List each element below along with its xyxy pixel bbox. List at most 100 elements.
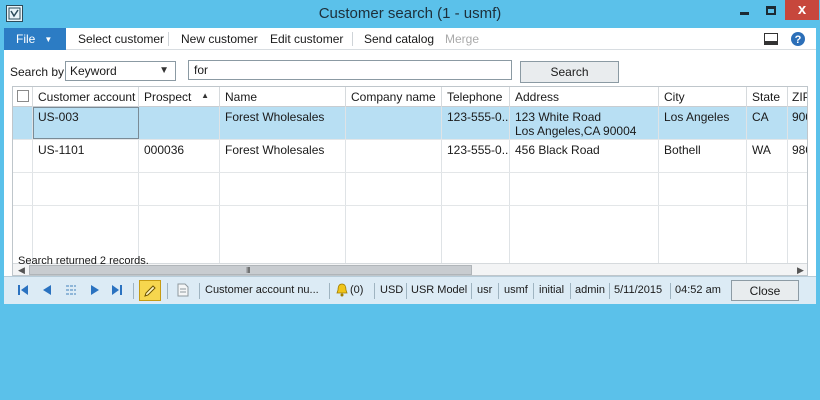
cell-company-name[interactable] <box>346 107 442 139</box>
select-all-checkbox[interactable] <box>17 90 29 102</box>
alerts-count[interactable]: (0) <box>350 284 363 296</box>
empty-cell <box>33 173 139 205</box>
table-row[interactable]: US-1101 000036 Forest Wholesales 123-555… <box>13 140 807 173</box>
empty-cell <box>346 173 442 205</box>
address-line-1: 123 White Road <box>515 110 602 124</box>
cell-zip[interactable]: 900 <box>788 107 807 139</box>
search-input[interactable] <box>188 60 512 80</box>
cell-address[interactable]: 123 White Road Los Angeles,CA 90004 <box>510 107 659 139</box>
cell-telephone[interactable]: 123-555-0... <box>442 140 510 172</box>
status-divider <box>133 283 134 299</box>
document-icon[interactable] <box>176 283 190 297</box>
send-catalog-button[interactable]: Send catalog <box>364 32 434 46</box>
status-divider <box>199 283 200 299</box>
address-line-2: Los Angeles,CA 90004 <box>515 124 637 138</box>
empty-cell <box>220 206 346 263</box>
cell-name[interactable]: Forest Wholesales <box>220 140 346 172</box>
select-all-cell <box>13 87 33 107</box>
empty-cell <box>13 173 33 205</box>
empty-cell <box>442 206 510 263</box>
cell-state[interactable]: CA <box>747 107 788 139</box>
close-glyph: x <box>797 1 807 18</box>
cell-zip[interactable]: 980 <box>788 140 807 172</box>
help-icon[interactable]: ? <box>790 31 806 47</box>
file-menu-button[interactable]: File ▼ <box>4 28 66 50</box>
column-header-prospect[interactable]: Prospect ▲ <box>139 87 220 107</box>
status-divider <box>670 283 671 299</box>
empty-cell <box>346 206 442 263</box>
edit-pencil-icon[interactable] <box>139 280 161 301</box>
grid-view-icon[interactable] <box>64 283 78 297</box>
search-result-message: Search returned 2 records. <box>18 255 149 267</box>
search-by-label: Search by: <box>10 65 68 79</box>
table-row[interactable]: US-003 Forest Wholesales 123-555-0... 12… <box>13 107 807 140</box>
row-selector[interactable] <box>13 140 33 172</box>
maximize-icon[interactable] <box>758 0 784 20</box>
column-header-state[interactable]: State <box>747 87 788 107</box>
minimize-icon[interactable] <box>731 0 757 20</box>
status-currency: USD <box>380 284 404 296</box>
next-record-icon[interactable] <box>88 283 102 297</box>
cell-city[interactable]: Bothell <box>659 140 747 172</box>
sort-ascending-icon: ▲ <box>201 91 209 100</box>
search-button[interactable]: Search <box>520 61 619 83</box>
previous-record-icon[interactable] <box>40 283 54 297</box>
empty-cell <box>747 206 788 263</box>
status-divider <box>570 283 571 299</box>
status-divider <box>167 283 168 299</box>
close-button[interactable]: Close <box>731 280 799 301</box>
cell-customer-account[interactable]: US-1101 <box>33 140 139 172</box>
last-record-icon[interactable] <box>110 283 124 297</box>
status-model: USR Model <box>411 284 468 296</box>
customer-search-window: Customer search (1 - usmf) x File ▼ Sele… <box>0 0 820 305</box>
search-mode-select[interactable]: Keyword ▼ <box>65 61 176 81</box>
first-record-icon[interactable] <box>16 283 30 297</box>
bell-icon[interactable] <box>335 283 349 297</box>
cell-city[interactable]: Los Angeles <box>659 107 747 139</box>
title-bar: Customer search (1 - usmf) x <box>0 0 820 28</box>
column-header-zip[interactable]: ZIP <box>788 87 807 107</box>
merge-button[interactable]: Merge <box>445 32 479 46</box>
empty-cell <box>659 173 747 205</box>
cell-address[interactable]: 456 Black Road <box>510 140 659 172</box>
cell-prospect[interactable] <box>139 107 220 139</box>
scrollbar-grip: III <box>246 266 251 275</box>
empty-cell <box>510 206 659 263</box>
close-icon[interactable]: x <box>785 0 819 20</box>
column-header-telephone[interactable]: Telephone <box>442 87 510 107</box>
column-header-company-name[interactable]: Company name <box>346 87 442 107</box>
layout-icon[interactable] <box>763 31 779 47</box>
select-customer-button[interactable]: Select customer <box>78 32 164 46</box>
empty-cell <box>747 173 788 205</box>
new-customer-button[interactable]: New customer <box>181 32 258 46</box>
cell-prospect[interactable]: 000036 <box>139 140 220 172</box>
cell-name[interactable]: Forest Wholesales <box>220 107 346 139</box>
address-line-1: 456 Black Road <box>515 143 600 157</box>
cell-telephone[interactable]: 123-555-0... <box>442 107 510 139</box>
file-label: File <box>16 32 36 46</box>
window-title: Customer search (1 - usmf) <box>318 5 502 22</box>
status-divider <box>329 283 330 299</box>
empty-cell <box>659 206 747 263</box>
empty-cell <box>139 206 220 263</box>
row-selector[interactable] <box>13 107 33 139</box>
status-user: admin <box>575 284 605 296</box>
empty-cell <box>139 173 220 205</box>
status-divider <box>374 283 375 299</box>
customer-grid: Customer account Prospect ▲ Name Company… <box>12 86 808 276</box>
column-header-customer-account[interactable]: Customer account <box>33 87 139 107</box>
status-divider <box>498 283 499 299</box>
column-header-city[interactable]: City <box>659 87 747 107</box>
status-partition: initial <box>539 284 565 296</box>
cell-customer-account[interactable]: US-003 <box>33 107 139 139</box>
empty-row <box>13 173 807 206</box>
cell-state[interactable]: WA <box>747 140 788 172</box>
cell-company-name[interactable] <box>346 140 442 172</box>
scroll-right-icon[interactable]: ▶ <box>794 264 807 275</box>
column-header-address[interactable]: Address <box>510 87 659 107</box>
edit-customer-button[interactable]: Edit customer <box>270 32 343 46</box>
status-layer: usr <box>477 284 493 296</box>
status-divider <box>471 283 472 299</box>
search-mode-value: Keyword <box>70 64 117 78</box>
column-header-name[interactable]: Name <box>220 87 346 107</box>
